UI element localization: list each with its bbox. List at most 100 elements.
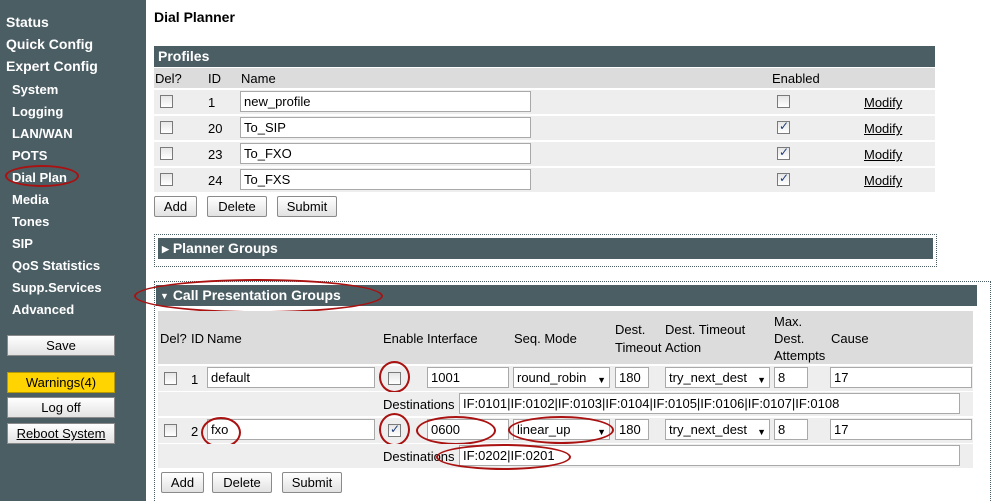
planner-groups-header[interactable]: ▶ Planner Groups (158, 238, 933, 259)
chevron-down-icon: ▼ (597, 427, 606, 437)
profile-delete-checkbox[interactable] (160, 95, 173, 108)
cpg-header-interface: Interface (427, 331, 478, 346)
cpg-submit-button[interactable]: Submit (282, 472, 342, 493)
cpg-id: 1 (191, 372, 199, 387)
cpg-header-seq-mode: Seq. Mode (514, 331, 577, 346)
profiles-add-button[interactable]: Add (154, 196, 197, 217)
sidebar-item-tones[interactable]: Tones (12, 214, 49, 229)
logoff-button[interactable]: Log off (7, 397, 115, 418)
profile-enabled-checkbox[interactable] (777, 95, 790, 108)
save-button[interactable]: Save (7, 335, 115, 356)
cpg-enable-checkbox[interactable] (388, 372, 401, 385)
nav-expert-config[interactable]: Expert Config (6, 58, 98, 74)
reboot-system-button[interactable]: Reboot System (7, 423, 115, 444)
sidebar-item-supp-services[interactable]: Supp.Services (12, 280, 102, 295)
cpg-header-max-3: Attempts (774, 348, 826, 363)
profiles-section-header: Profiles (154, 46, 935, 67)
sidebar-item-pots[interactable]: POTS (12, 148, 47, 163)
profile-modify-link[interactable]: Modify (864, 121, 902, 136)
cpg-timeout-action-value: try_next_dest (669, 422, 748, 437)
nav-quick-config[interactable]: Quick Config (6, 36, 93, 52)
expand-triangle-icon: ▶ (162, 244, 169, 254)
profiles-header-id: ID (208, 71, 221, 86)
cpg-header-dest-timeout-2: Timeout (615, 340, 662, 355)
profile-delete-checkbox[interactable] (160, 147, 173, 160)
call-presentation-header[interactable]: ▼ Call Presentation Groups (156, 285, 977, 306)
cpg-header-del: Del? (160, 331, 187, 346)
sidebar-item-sip[interactable]: SIP (12, 236, 33, 251)
cpg-id: 2 (191, 424, 199, 439)
call-presentation-title: Call Presentation Groups (172, 287, 341, 303)
cpg-header-dest-timeout-1: Dest. (615, 322, 646, 337)
cpg-destinations-label: Destinations (383, 449, 455, 464)
warnings-button[interactable]: Warnings(4) (7, 372, 115, 393)
profile-modify-link[interactable]: Modify (864, 95, 902, 110)
sidebar-item-logging[interactable]: Logging (12, 104, 63, 119)
collapse-triangle-icon: ▼ (160, 291, 169, 301)
cpg-add-button[interactable]: Add (161, 472, 204, 493)
cpg-timeout-action-value: try_next_dest (669, 370, 748, 385)
cpg-enable-checkbox[interactable] (388, 422, 401, 437)
cpg-timeout-input[interactable]: 180 (615, 419, 649, 440)
sidebar-item-system[interactable]: System (12, 82, 58, 97)
reboot-system-label: Reboot System (16, 426, 106, 441)
profile-modify-link[interactable]: Modify (864, 173, 902, 188)
cpg-max-attempts-input[interactable]: 8 (774, 367, 808, 388)
profile-id: 1 (208, 95, 216, 110)
cpg-name-input[interactable]: fxo (207, 419, 375, 440)
cpg-name-input[interactable]: default (207, 367, 375, 388)
profile-id: 23 (208, 147, 223, 162)
cpg-timeout-action-select[interactable]: try_next_dest ▼ (665, 419, 770, 440)
profile-delete-checkbox[interactable] (160, 121, 173, 134)
sidebar-item-media[interactable]: Media (12, 192, 49, 207)
profile-name-input[interactable]: new_profile (240, 91, 531, 112)
chevron-down-icon: ▼ (757, 375, 766, 385)
cpg-header-max-1: Max. (774, 314, 803, 329)
planner-groups-title: Planner Groups (172, 240, 278, 256)
profile-delete-checkbox[interactable] (160, 173, 173, 186)
profiles-title: Profiles (158, 48, 210, 64)
profiles-submit-button[interactable]: Submit (277, 196, 337, 217)
cpg-interface-input[interactable]: 1001 (427, 367, 509, 388)
cpg-destinations-input[interactable]: IF:0202|IF:0201 (459, 445, 960, 466)
sidebar: Status Quick Config Expert Config System… (0, 0, 146, 501)
cpg-header-timeout-action-1: Dest. Timeout (665, 322, 746, 337)
cpg-max-attempts-input[interactable]: 8 (774, 419, 808, 440)
cpg-delete-checkbox[interactable] (164, 424, 177, 437)
page-title: Dial Planner (154, 9, 235, 25)
cpg-header-name: Name (207, 331, 242, 346)
sidebar-item-dial-plan[interactable]: Dial Plan (12, 170, 67, 185)
profile-enabled-checkbox[interactable] (777, 119, 790, 134)
cpg-header-timeout-action-2: Action (665, 340, 702, 355)
profile-id: 20 (208, 121, 223, 136)
cpg-header-id: ID (191, 331, 204, 346)
cpg-destinations-label: Destinations (383, 397, 455, 412)
cpg-seq-mode-select[interactable]: linear_up ▼ (513, 419, 610, 440)
cpg-destinations-input[interactable]: IF:0101|IF:0102|IF:0103|IF:0104|IF:0105|… (459, 393, 960, 414)
sidebar-item-qos-statistics[interactable]: QoS Statistics (12, 258, 100, 273)
chevron-down-icon: ▼ (757, 427, 766, 437)
cpg-timeout-action-select[interactable]: try_next_dest ▼ (665, 367, 770, 388)
profile-id: 24 (208, 173, 223, 188)
sidebar-item-lan-wan[interactable]: LAN/WAN (12, 126, 73, 141)
cpg-header-enable: Enable (383, 331, 424, 346)
cpg-cause-input[interactable]: 17 (830, 367, 972, 388)
chevron-down-icon: ▼ (597, 375, 606, 385)
profiles-delete-button[interactable]: Delete (207, 196, 267, 217)
profile-enabled-checkbox[interactable] (777, 145, 790, 160)
profile-enabled-checkbox[interactable] (777, 171, 790, 186)
profiles-header-enabled: Enabled (772, 71, 820, 86)
cpg-delete-checkbox[interactable] (164, 372, 177, 385)
cpg-seq-mode-select[interactable]: round_robin ▼ (513, 367, 610, 388)
profile-modify-link[interactable]: Modify (864, 147, 902, 162)
nav-status[interactable]: Status (6, 14, 49, 30)
profile-name-input[interactable]: To_SIP (240, 117, 531, 138)
cpg-cause-input[interactable]: 17 (830, 419, 972, 440)
cpg-interface-input[interactable]: 0600 (427, 419, 509, 440)
profile-name-input[interactable]: To_FXO (240, 143, 531, 164)
sidebar-item-advanced[interactable]: Advanced (12, 302, 74, 317)
profile-name-input[interactable]: To_FXS (240, 169, 531, 190)
cpg-seq-mode-value: linear_up (517, 422, 571, 437)
cpg-delete-button[interactable]: Delete (212, 472, 272, 493)
cpg-timeout-input[interactable]: 180 (615, 367, 649, 388)
